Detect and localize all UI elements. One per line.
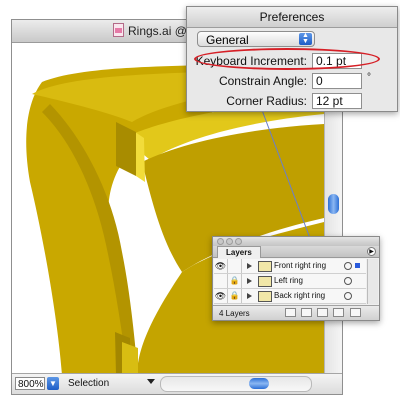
status-bar: 800% ▼ Selection — [12, 373, 342, 394]
layer-row-front-right-ring[interactable]: 👁 Front right ring — [214, 259, 366, 274]
layers-scrollbar[interactable] — [367, 259, 378, 304]
ai-file-icon — [113, 23, 124, 37]
corner-radius-field[interactable]: 12 pt — [312, 93, 362, 109]
layer-name[interactable]: Front right ring — [274, 261, 326, 270]
target-circle-icon[interactable] — [344, 292, 352, 300]
layer-thumbnail — [258, 291, 272, 302]
target-circle-icon[interactable] — [344, 262, 352, 270]
panel-menu-icon[interactable]: ▶ — [367, 247, 376, 256]
make-clipping-mask-icon[interactable] — [301, 308, 312, 317]
disclosure-arrow-icon[interactable] — [247, 293, 252, 299]
layers-tabbar: Layers ▶ — [213, 246, 379, 258]
preferences-dialog: Preferences General ▲ ▼ Keyboard Incremen… — [186, 6, 398, 112]
selection-square-icon[interactable] — [355, 263, 360, 268]
zoom-icon[interactable] — [235, 238, 242, 245]
eye-icon[interactable]: 👁 — [214, 259, 228, 273]
layer-thumbnail — [258, 261, 272, 272]
constrain-angle-unit: ° — [367, 72, 371, 83]
locate-object-icon[interactable] — [285, 308, 296, 317]
disclosure-arrow-icon[interactable] — [247, 278, 252, 284]
ring-lower-highlight — [122, 342, 138, 375]
preferences-section-label: General — [206, 33, 249, 47]
layer-thumbnail — [258, 276, 272, 287]
status-menu-arrow-icon[interactable] — [147, 379, 155, 384]
tab-layers[interactable]: Layers — [217, 246, 261, 258]
eye-icon[interactable]: 👁 — [214, 289, 228, 303]
layer-name[interactable]: Left ring — [274, 276, 303, 285]
trash-icon[interactable] — [350, 308, 361, 317]
keyboard-increment-field[interactable]: 0.1 pt — [312, 53, 362, 69]
layer-row-left-ring[interactable]: 🔒 Left ring — [214, 274, 366, 289]
keyboard-increment-label: Keyboard Increment: — [195, 54, 307, 68]
zoom-dropdown-icon[interactable]: ▼ — [47, 377, 59, 390]
pref-row-corner-radius: Corner Radius: 12 pt — [187, 93, 397, 110]
horizontal-scroll-thumb[interactable] — [249, 378, 269, 389]
lock-empty-cell[interactable] — [228, 259, 242, 273]
pref-row-constrain-angle: Constrain Angle: 0 ° — [187, 72, 397, 90]
new-layer-icon[interactable] — [333, 308, 344, 317]
lock-icon[interactable]: 🔒 — [228, 289, 242, 303]
zoom-field[interactable]: 800% — [15, 377, 45, 390]
lock-icon[interactable]: 🔒 — [228, 274, 242, 288]
select-arrows-icon: ▲ ▼ — [299, 32, 312, 45]
layer-row-back-right-ring[interactable]: 👁 🔒 Back right ring — [214, 289, 366, 304]
layer-name[interactable]: Back right ring — [274, 291, 325, 300]
vertical-scroll-thumb[interactable] — [328, 194, 339, 214]
corner-radius-label: Corner Radius: — [226, 94, 307, 108]
ring-highlight — [135, 132, 145, 182]
constrain-angle-label: Constrain Angle: — [218, 74, 307, 88]
layer-count: 4 Layers — [219, 309, 250, 318]
new-sublayer-icon[interactable] — [317, 308, 328, 317]
preferences-section-select[interactable]: General ▲ ▼ — [197, 31, 315, 47]
layers-panel: Layers ▶ 👁 Front right ring 🔒 Left ring … — [212, 236, 380, 321]
constrain-angle-field[interactable]: 0 — [312, 73, 362, 89]
minimize-icon[interactable] — [226, 238, 233, 245]
disclosure-arrow-icon[interactable] — [247, 263, 252, 269]
document-title: Rings.ai @ — [128, 24, 187, 38]
close-icon[interactable] — [217, 238, 224, 245]
eye-hidden-cell[interactable] — [214, 274, 228, 288]
horizontal-scrollbar[interactable] — [160, 376, 312, 392]
target-circle-icon[interactable] — [344, 277, 352, 285]
preferences-title: Preferences — [187, 7, 397, 28]
pref-row-keyboard-increment: Keyboard Increment: 0.1 pt — [187, 53, 397, 70]
layers-titlebar[interactable] — [213, 237, 379, 246]
status-label: Selection — [68, 378, 110, 389]
layers-footer: 4 Layers — [213, 305, 379, 320]
